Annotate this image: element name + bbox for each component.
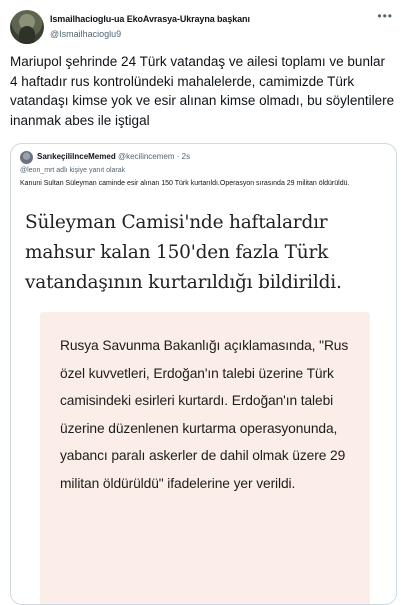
reply-context[interactable]: @leon_mrt adlı kişiye yanıt olarak bbox=[20, 167, 125, 174]
quoted-header: SarıkeçililnceMemed @kecilincemem · 2s bbox=[37, 152, 190, 161]
user-handle[interactable]: @Ismailhacioglu9 bbox=[50, 29, 121, 39]
more-horizontal-icon[interactable]: ••• bbox=[377, 9, 393, 23]
quoted-display-name[interactable]: SarıkeçililnceMemed bbox=[37, 152, 116, 161]
quoted-tweet[interactable]: SarıkeçililnceMemed @kecilincemem · 2s @… bbox=[10, 143, 397, 605]
quoted-handle[interactable]: @kecilincemem bbox=[118, 152, 175, 161]
image-statement: Rusya Savunma Bakanlığı açıklamasında, "… bbox=[60, 338, 349, 491]
quoted-text: Kanuni Sultan Süleyman caminde esir alın… bbox=[20, 180, 350, 187]
tweet-card: Ismailhacioglu-ua EkoAvrasya-Ukrayna baş… bbox=[0, 0, 405, 605]
quoted-image[interactable]: Süleyman Camisi'nde haftalardır mahsur k… bbox=[11, 204, 396, 604]
quoted-timestamp[interactable]: 2s bbox=[182, 152, 190, 161]
display-name[interactable]: Ismailhacioglu-ua EkoAvrasya-Ukrayna baş… bbox=[50, 14, 250, 24]
avatar[interactable] bbox=[10, 10, 44, 44]
quoted-avatar[interactable] bbox=[20, 151, 33, 164]
image-headline: Süleyman Camisi'nde haftalardır mahsur k… bbox=[25, 212, 342, 293]
image-statement-box: Rusya Savunma Bakanlığı açıklamasında, "… bbox=[40, 312, 370, 604]
tweet-text: Mariupol şehrinde 24 Türk vatandaş ve ai… bbox=[10, 54, 395, 128]
quoted-separator: · bbox=[176, 152, 180, 161]
